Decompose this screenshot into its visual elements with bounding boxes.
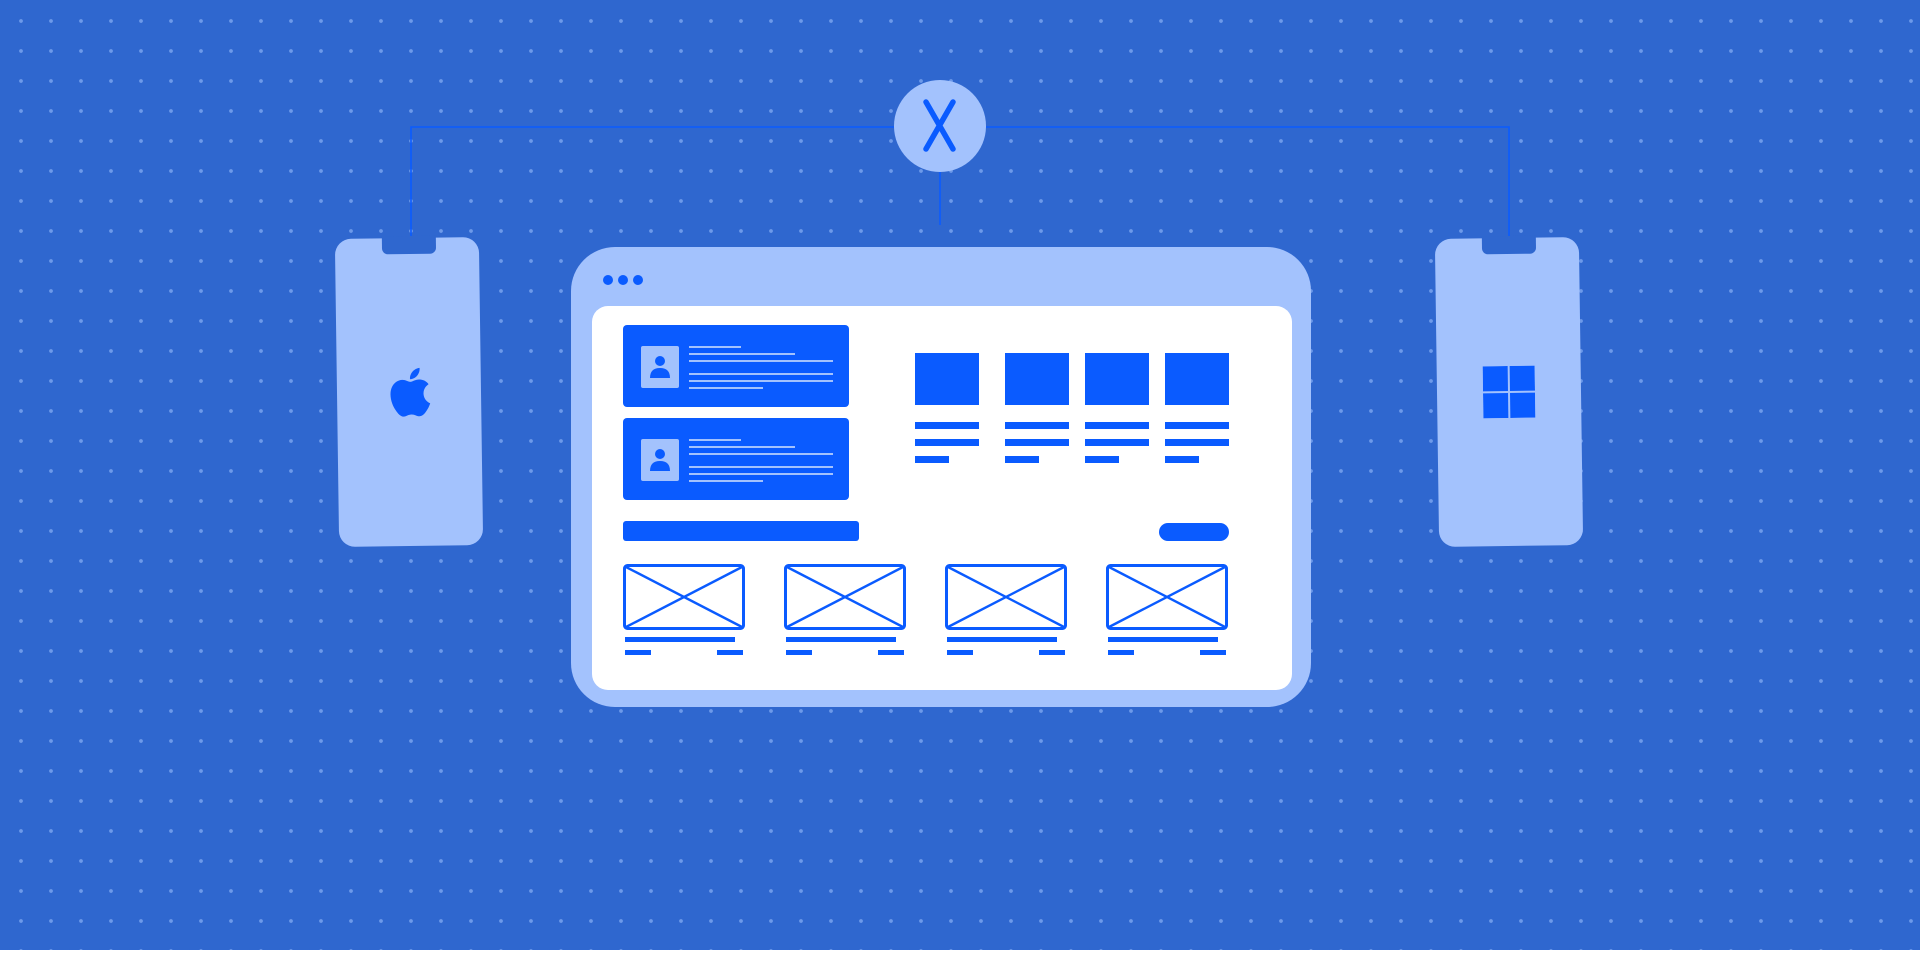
windows-icon [1482, 365, 1536, 419]
tile-text-line [1085, 422, 1149, 429]
window-control-dot [603, 275, 613, 285]
window-control-dot [633, 275, 643, 285]
image-placeholder [1106, 564, 1228, 630]
tile-text-line [915, 456, 949, 463]
x-logo-badge [894, 80, 986, 172]
text-line [689, 380, 833, 382]
tile-text-line [915, 422, 979, 429]
text-line [689, 473, 833, 475]
caption-line [1108, 637, 1218, 642]
illustration-background [0, 0, 1920, 950]
profile-card [623, 418, 849, 500]
window-control-dot [618, 275, 628, 285]
tile-text-line [1005, 439, 1069, 446]
text-line [689, 387, 763, 389]
tile-text-line [1005, 456, 1039, 463]
product-tile [1085, 353, 1149, 405]
tile-text-line [1165, 422, 1229, 429]
caption-line [878, 650, 904, 655]
image-placeholder [623, 564, 745, 630]
user-avatar [641, 346, 679, 388]
phone-notch [1481, 235, 1537, 255]
window-controls [603, 275, 643, 285]
caption-line [625, 637, 735, 642]
apple-icon [390, 367, 431, 417]
caption-line [1108, 650, 1134, 655]
text-line [689, 373, 833, 375]
user-icon [650, 356, 670, 378]
tile-text-line [915, 439, 979, 446]
text-line [689, 453, 833, 455]
product-tile [1165, 353, 1229, 405]
text-line [689, 353, 795, 355]
user-avatar [641, 439, 679, 481]
caption-line [1039, 650, 1065, 655]
tile-text-line [1085, 456, 1119, 463]
caption-line [786, 650, 812, 655]
browser-viewport [592, 306, 1292, 690]
text-line [689, 346, 741, 348]
caption-line [1200, 650, 1226, 655]
iphone-device [334, 235, 484, 547]
text-line [689, 360, 833, 362]
tile-text-line [1165, 456, 1199, 463]
caption-line [625, 650, 651, 655]
profile-card [623, 325, 849, 407]
text-line [689, 439, 741, 441]
tile-text-line [1085, 439, 1149, 446]
user-icon [650, 449, 670, 471]
caption-line [786, 637, 896, 642]
text-line [689, 480, 763, 482]
image-placeholder [945, 564, 1067, 630]
product-tile [1005, 353, 1069, 405]
x-logo-icon [923, 99, 956, 152]
tile-text-line [1165, 439, 1229, 446]
search-bar-placeholder [623, 521, 859, 541]
phone-notch [381, 235, 437, 255]
caption-line [947, 637, 1057, 642]
tile-text-line [1005, 422, 1069, 429]
windows-phone-device [1434, 235, 1584, 547]
caption-line [717, 650, 743, 655]
button-placeholder [1159, 523, 1229, 541]
product-tile [915, 353, 979, 405]
caption-line [947, 650, 973, 655]
image-placeholder [784, 564, 906, 630]
browser-window [571, 247, 1311, 707]
text-line [689, 446, 795, 448]
text-line [689, 466, 833, 468]
